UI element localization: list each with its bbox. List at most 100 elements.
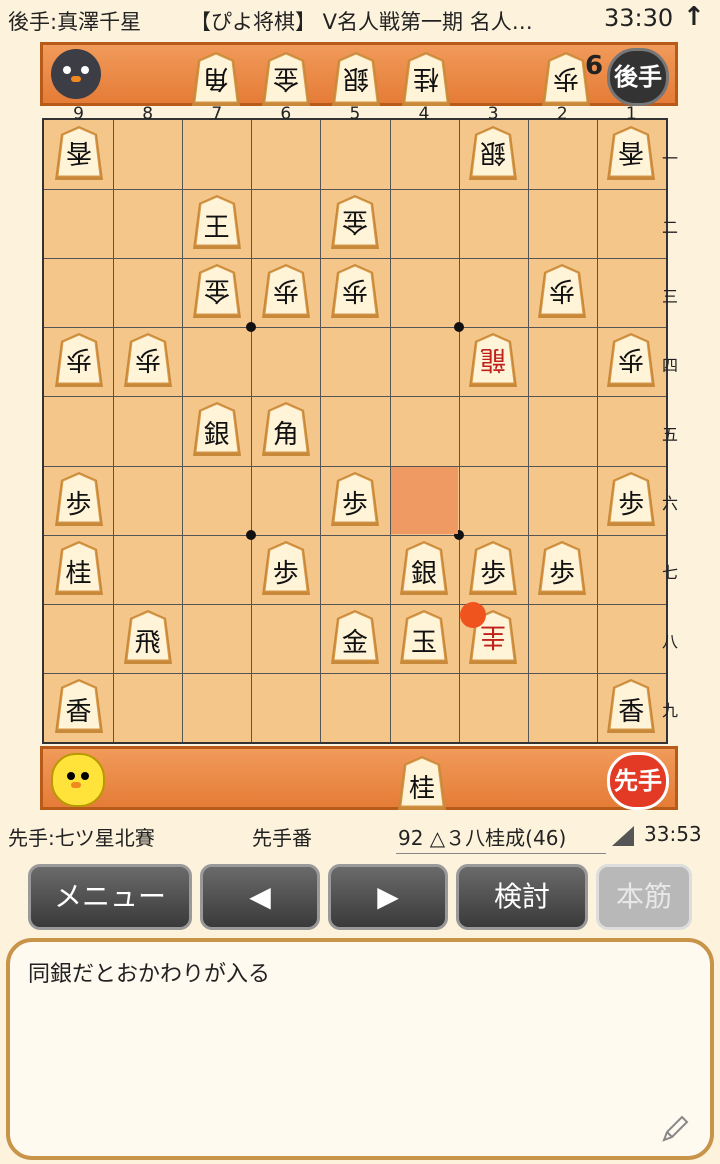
piece-label: 銀 [203, 420, 230, 451]
board-piece[interactable]: 香 [52, 677, 106, 737]
board-piece[interactable]: 龍 [466, 331, 520, 391]
rank-label: 六 [662, 494, 679, 514]
board-piece[interactable]: 歩 [466, 539, 520, 599]
analyze-button[interactable]: 検討 [456, 864, 588, 930]
dropdown-corner-icon[interactable] [612, 826, 634, 846]
piece-label: 龍 [480, 344, 507, 375]
piece-label: 歩 [618, 344, 645, 375]
shogi-board[interactable]: 香銀香王金金歩歩歩歩歩龍歩銀角歩歩歩桂歩銀歩歩飛金玉圭香香 [42, 118, 668, 744]
gote-hand-piece[interactable]: 金 [259, 50, 313, 110]
sente-badge: 先手 [607, 752, 669, 810]
board-piece[interactable]: 香 [52, 124, 106, 184]
board-piece[interactable]: 角 [259, 400, 313, 460]
board-piece[interactable]: 歩 [604, 331, 658, 391]
hoshi-point [453, 322, 464, 333]
piece-label: 王 [203, 213, 230, 244]
sente-clock: 33:53 [644, 822, 702, 846]
board-piece[interactable]: 金 [190, 262, 244, 322]
board-piece[interactable]: 歩 [52, 331, 106, 391]
move-selector[interactable]: 92 △３八桂成(46) [396, 820, 607, 854]
piece-label: 桂 [408, 774, 435, 804]
next-move-button[interactable]: ▶ [328, 864, 448, 930]
rank-label: 三 [662, 286, 679, 306]
piece-label: 歩 [65, 489, 92, 520]
piece-label: 香 [65, 137, 92, 167]
grid-line [113, 120, 115, 742]
piece-label: 歩 [618, 489, 645, 520]
gote-hand-piece[interactable]: 桂 [399, 50, 453, 110]
edit-pencil-icon[interactable] [658, 1112, 692, 1146]
piece-label: 角 [272, 420, 299, 451]
rank-label: 五 [662, 424, 679, 444]
file-label: 5 [349, 104, 361, 124]
piece-label: 金 [203, 275, 230, 306]
board-piece[interactable]: 桂 [52, 539, 106, 599]
grid-line [182, 120, 184, 742]
piece-label: 飛 [134, 627, 161, 658]
grid-line [596, 120, 598, 742]
file-label: 4 [418, 104, 430, 124]
grid-line [44, 534, 666, 536]
piece-label: 香 [618, 696, 645, 727]
grid-line [320, 120, 322, 742]
file-label: 2 [556, 104, 568, 124]
prev-move-button[interactable]: ◀ [200, 864, 320, 930]
pawn-count: 6 [585, 51, 604, 81]
rank-label: 七 [662, 563, 679, 583]
grid-line [44, 189, 666, 191]
board-piece[interactable]: 銀 [397, 539, 451, 599]
piece-label: 桂 [413, 63, 440, 93]
board-piece[interactable]: 歩 [328, 470, 382, 530]
piece-label: 金 [273, 63, 300, 93]
piece-label: 銀 [343, 63, 370, 93]
piece-label: 銀 [410, 558, 437, 589]
rank-label: 一 [662, 148, 679, 168]
board-piece[interactable]: 歩 [52, 470, 106, 530]
rank-label: 四 [662, 355, 679, 375]
gote-hand-piece[interactable]: 角 [189, 50, 243, 110]
piece-label: 歩 [341, 489, 368, 520]
board-piece[interactable]: 玉 [397, 608, 451, 668]
board-piece[interactable]: 歩 [328, 262, 382, 322]
board-piece[interactable]: 飛 [121, 608, 175, 668]
file-label: 6 [280, 104, 292, 124]
board-piece[interactable]: 香 [604, 677, 658, 737]
menu-button[interactable]: メニュー [28, 864, 192, 930]
piece-label: 桂 [65, 558, 92, 589]
board-piece[interactable]: 王 [190, 193, 244, 253]
file-label: 9 [73, 104, 84, 124]
board-piece[interactable]: 歩 [121, 331, 175, 391]
hoshi-point [246, 529, 257, 540]
file-label: 1 [625, 104, 637, 124]
flip-board-icon[interactable]: ↑ [683, 2, 705, 32]
gote-hand-piece[interactable]: 銀 [329, 50, 383, 110]
board-piece[interactable]: 金 [328, 608, 382, 668]
board-piece[interactable]: 香 [604, 124, 658, 184]
rank-label: 八 [662, 632, 679, 652]
piece-label: 香 [618, 137, 645, 167]
grid-line [44, 465, 666, 467]
board-piece[interactable]: 歩 [259, 539, 313, 599]
grid-line [44, 327, 666, 329]
move-marker-dot [459, 601, 486, 628]
grid-line [44, 396, 666, 398]
piece-label: 金 [341, 627, 368, 658]
board-piece[interactable]: 歩 [259, 262, 313, 322]
comment-box[interactable]: 同銀だとおかわりが入る [6, 938, 714, 1160]
piece-label: 歩 [134, 344, 161, 375]
grid-line [251, 120, 253, 742]
move-info-bar: 先手:七ツ星北賽 先手番 92 △３八桂成(46) 33:53 [0, 816, 720, 856]
sente-hand-piece[interactable]: 桂 [395, 754, 449, 814]
board-piece[interactable]: 歩 [604, 470, 658, 530]
board-piece[interactable]: 歩 [535, 262, 589, 322]
gote-badge: 後手 [607, 48, 669, 106]
board-piece[interactable]: 歩 [535, 539, 589, 599]
gote-clock: 33:30 [604, 4, 674, 32]
grid-line [527, 120, 529, 742]
board-piece[interactable]: 金 [328, 193, 382, 253]
mainline-button: 本筋 [596, 864, 692, 930]
file-label: 7 [211, 104, 223, 124]
piece-label: 歩 [65, 344, 92, 375]
board-piece[interactable]: 銀 [190, 400, 244, 460]
board-piece[interactable]: 銀 [466, 124, 520, 184]
